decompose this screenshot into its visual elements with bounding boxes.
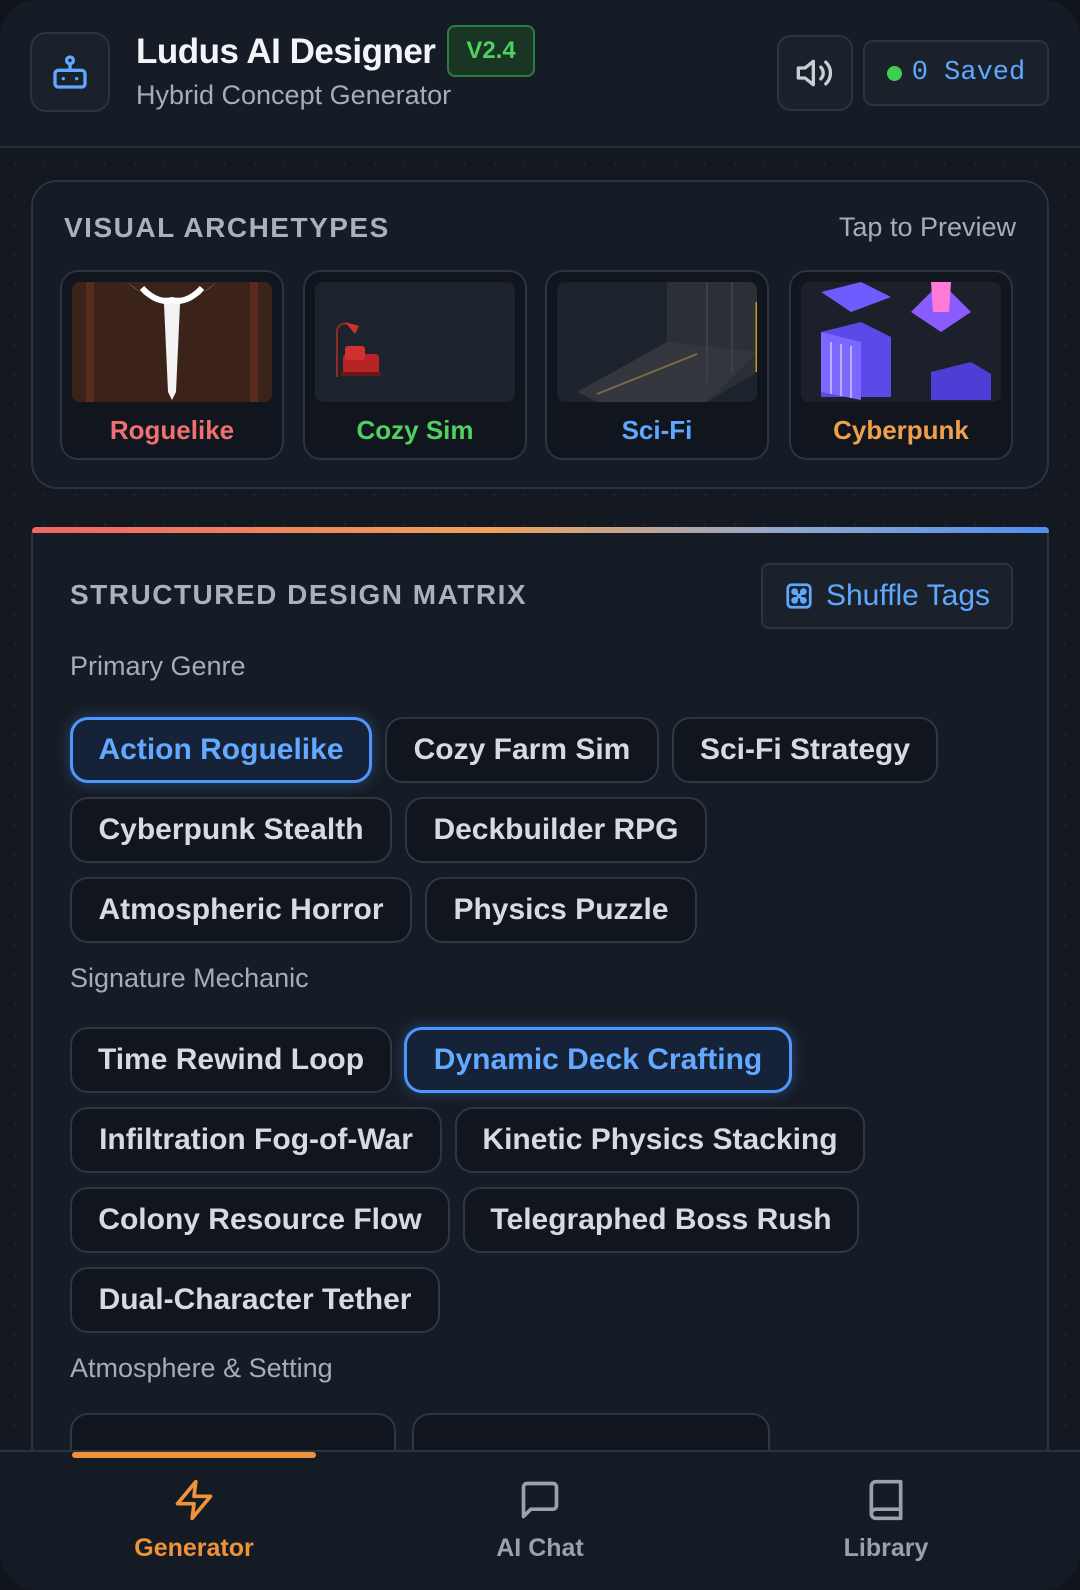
- chip-action-roguelike[interactable]: Action Roguelike: [70, 717, 372, 783]
- archetype-card-roguelike[interactable]: Roguelike: [60, 270, 284, 460]
- matrix-heading: STRUCTURED DESIGN MATRIX: [70, 579, 528, 610]
- bottom-navigation: Generator AI Chat Library: [0, 1450, 1080, 1590]
- sound-toggle-button[interactable]: [777, 35, 853, 111]
- archetypes-heading: VISUAL ARCHETYPES: [64, 212, 390, 243]
- nav-tab-ai-chat[interactable]: AI Chat: [440, 1478, 640, 1578]
- nav-label-library: Library: [843, 1534, 929, 1562]
- archetype-card-cozy-sim[interactable]: Cozy Sim: [303, 270, 527, 460]
- cozy-sim-thumbnail: [315, 282, 515, 402]
- app-title: Ludus AI Designer: [136, 32, 436, 71]
- chip-deckbuilder-rpg[interactable]: Deckbuilder RPG: [405, 797, 707, 863]
- app-subtitle: Hybrid Concept Generator: [136, 80, 452, 110]
- visual-archetypes-panel: VISUAL ARCHETYPES Tap to Preview Rogueli…: [31, 180, 1049, 489]
- archetype-label: Cozy Sim: [356, 415, 474, 445]
- chip-cyberpunk-stealth[interactable]: Cyberpunk Stealth: [70, 797, 392, 863]
- shuffle-tags-button[interactable]: Shuffle Tags: [761, 563, 1013, 629]
- chip-cozy-farm-sim[interactable]: Cozy Farm Sim: [385, 717, 659, 783]
- atmosphere-setting-label: Atmosphere & Setting: [70, 1353, 333, 1383]
- status-dot-icon: [886, 65, 902, 81]
- logo-button[interactable]: [30, 32, 110, 112]
- lightning-icon: [175, 1479, 213, 1521]
- chip-telegraphed-boss-rush[interactable]: Telegraphed Boss Rush: [463, 1187, 859, 1253]
- chip-dual-character-tether[interactable]: Dual-Character Tether: [70, 1267, 440, 1333]
- archetype-card-sci-fi[interactable]: Sci-Fi: [545, 270, 769, 460]
- chat-bubble-icon: [521, 1481, 559, 1519]
- chip-time-rewind-loop[interactable]: Time Rewind Loop: [70, 1027, 392, 1093]
- shuffle-tags-label: Shuffle Tags: [825, 579, 991, 612]
- active-tab-indicator: [72, 1452, 316, 1458]
- saved-counter[interactable]: 0 Saved: [863, 40, 1049, 106]
- chip-kinetic-physics-stacking[interactable]: Kinetic Physics Stacking: [455, 1107, 865, 1173]
- archetype-label: Sci-Fi: [621, 415, 693, 445]
- version-badge: V2.4: [447, 25, 535, 77]
- chip-sci-fi-strategy[interactable]: Sci-Fi Strategy: [672, 717, 938, 783]
- archetype-label: Cyberpunk: [833, 415, 969, 445]
- nav-tab-generator[interactable]: Generator: [94, 1478, 294, 1578]
- archetype-card-cyberpunk[interactable]: Cyberpunk: [789, 270, 1013, 460]
- roguelike-thumbnail: [72, 282, 272, 402]
- shuffle-icon: [786, 583, 812, 609]
- nav-label-ai-chat: AI Chat: [496, 1534, 584, 1562]
- nav-label-generator: Generator: [134, 1534, 254, 1562]
- chip-colony-resource-flow[interactable]: Colony Resource Flow: [70, 1187, 450, 1253]
- chip-dynamic-deck-crafting[interactable]: Dynamic Deck Crafting: [404, 1027, 792, 1093]
- chip-infiltration-fog-of-war[interactable]: Infiltration Fog-of-War: [70, 1107, 442, 1173]
- speaker-icon: [796, 59, 833, 87]
- robot-icon: [53, 55, 87, 89]
- cyberpunk-thumbnail: [801, 282, 1001, 402]
- archetypes-hint: Tap to Preview: [838, 212, 1016, 242]
- signature-mechanic-label: Signature Mechanic: [70, 963, 309, 993]
- design-matrix-panel: STRUCTURED DESIGN MATRIX Shuffle Tags Pr…: [31, 533, 1049, 1590]
- app-header: Ludus AI Designer V2.4 Hybrid Concept Ge…: [0, 0, 1080, 148]
- book-icon: [869, 1479, 903, 1521]
- primary-genre-label: Primary Genre: [70, 651, 246, 681]
- sci-fi-thumbnail: [557, 282, 757, 402]
- app-window: Ludus AI Designer V2.4 Hybrid Concept Ge…: [0, 0, 1080, 1590]
- archetype-label: Roguelike: [109, 415, 235, 445]
- chip-atmospheric-horror[interactable]: Atmospheric Horror: [70, 877, 412, 943]
- chip-physics-puzzle[interactable]: Physics Puzzle: [425, 877, 697, 943]
- saved-counter-label: 0 Saved: [911, 58, 1026, 88]
- nav-tab-library[interactable]: Library: [786, 1478, 986, 1578]
